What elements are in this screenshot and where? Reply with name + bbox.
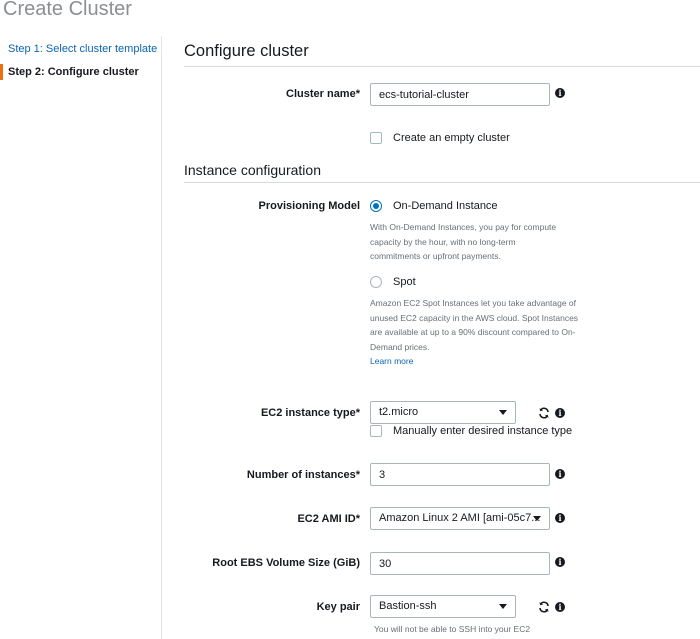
spot-help: Amazon EC2 Spot Instances let you take a… — [370, 298, 579, 352]
provisioning-label: Provisioning Model — [258, 200, 360, 212]
ebs-label: Root EBS Volume Size (GiB) — [212, 557, 360, 569]
manual-instance-label: Manually enter desired instance type — [393, 425, 573, 437]
instance-type-select[interactable]: t2.micro — [370, 401, 516, 424]
on-demand-label: On-Demand Instance — [393, 200, 498, 212]
chevron-down-icon — [533, 516, 541, 521]
learn-more-link[interactable]: Learn more — [370, 356, 413, 366]
instance-type-value: t2.micro — [379, 406, 419, 418]
info-icon[interactable]: i — [555, 513, 565, 523]
on-demand-radio[interactable] — [370, 200, 382, 212]
num-instances-label: Number of instances* — [246, 469, 360, 481]
spot-radio[interactable] — [370, 276, 382, 288]
empty-cluster-checkbox[interactable] — [370, 132, 382, 144]
section-title-instance: Instance configuration — [184, 162, 321, 178]
ami-value: Amazon Linux 2 AMI [ami-05c7... — [379, 512, 541, 524]
key-pair-select[interactable]: Bastion-ssh — [370, 595, 516, 618]
key-pair-help: You will not be able to SSH into your EC… — [374, 624, 531, 634]
page-title: Create Cluster — [3, 0, 132, 20]
info-icon[interactable]: i — [555, 557, 565, 567]
refresh-icon[interactable] — [538, 601, 550, 613]
step-1-link[interactable]: Step 1: Select cluster template — [0, 42, 157, 56]
key-pair-label: Key pair — [316, 601, 360, 613]
instance-type-label: EC2 instance type* — [260, 407, 360, 419]
section-title-configure: Configure cluster — [184, 42, 309, 60]
step-2-current: Step 2: Configure cluster — [0, 64, 139, 80]
chevron-down-icon — [499, 604, 507, 609]
info-icon[interactable]: i — [555, 88, 565, 98]
steps-sidebar: Step 1: Select cluster template Step 2: … — [0, 36, 162, 639]
on-demand-help: With On-Demand Instances, you pay for co… — [370, 222, 557, 261]
chevron-down-icon — [499, 410, 507, 415]
info-icon[interactable]: i — [555, 602, 565, 612]
empty-cluster-label: Create an empty cluster — [393, 132, 510, 144]
cluster-name-label: Cluster name* — [286, 88, 360, 100]
refresh-icon[interactable] — [538, 407, 550, 419]
key-pair-value: Bastion-ssh — [379, 600, 437, 612]
ebs-input[interactable] — [370, 552, 550, 575]
info-icon[interactable]: i — [555, 469, 565, 479]
divider — [184, 66, 700, 67]
ami-label: EC2 AMI ID* — [297, 513, 360, 525]
spot-label: Spot — [393, 276, 416, 288]
ami-select[interactable]: Amazon Linux 2 AMI [ami-05c7... — [370, 507, 550, 530]
num-instances-input[interactable] — [370, 463, 550, 486]
manual-instance-checkbox[interactable] — [370, 425, 382, 437]
info-icon[interactable]: i — [555, 408, 565, 418]
divider — [184, 182, 700, 183]
cluster-name-input[interactable] — [370, 83, 550, 106]
